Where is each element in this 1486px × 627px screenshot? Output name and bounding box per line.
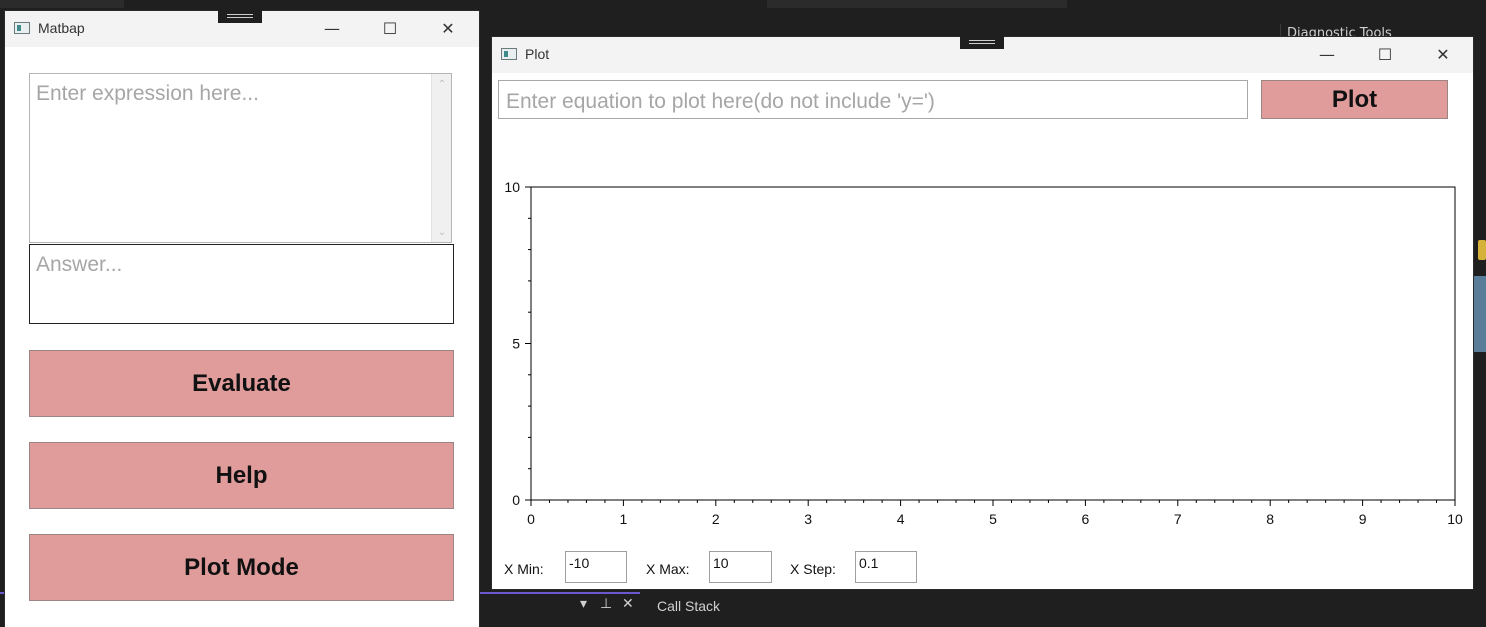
x-tick-label: 9 (1359, 511, 1367, 527)
app-icon (14, 22, 30, 34)
close-icon[interactable]: ✕ (425, 11, 471, 45)
evaluate-button[interactable]: Evaluate (29, 350, 454, 417)
ide-tab[interactable] (0, 0, 124, 8)
x-max-label: X Max: (646, 561, 690, 577)
y-tick-label: 5 (512, 336, 520, 352)
help-button[interactable]: Help (29, 442, 454, 509)
expression-placeholder: Enter expression here... (36, 82, 259, 105)
x-tick-label: 2 (712, 511, 720, 527)
answer-output[interactable]: Answer... (29, 244, 454, 324)
x-tick-label: 10 (1447, 511, 1463, 527)
diagnostic-graph-block (1474, 276, 1486, 352)
y-tick-label: 10 (504, 179, 520, 195)
x-step-input[interactable]: 0.1 (855, 551, 917, 583)
x-tick-label: 3 (804, 511, 812, 527)
matbap-window: Matbap — ☐ ✕ Enter expression here... ⌃ … (5, 8, 479, 627)
ide-top-bar (0, 0, 1486, 8)
window-title: Matbap (38, 20, 85, 36)
x-max-input[interactable]: 10 (709, 551, 772, 583)
call-stack-tab[interactable]: Call Stack (657, 598, 720, 614)
x-tick-label: 5 (989, 511, 997, 527)
minimize-icon[interactable]: — (309, 11, 355, 45)
drag-handle[interactable] (218, 8, 262, 23)
answer-placeholder: Answer... (36, 253, 123, 276)
pin-icon[interactable]: ⊥ (600, 596, 612, 612)
diagnostic-marker (1478, 240, 1486, 260)
expression-input[interactable]: Enter expression here... ⌃ ⌄ (29, 73, 452, 243)
x-tick-label: 8 (1266, 511, 1274, 527)
scroll-down-icon[interactable]: ⌄ (432, 224, 452, 240)
x-min-input[interactable]: -10 (565, 551, 627, 583)
x-tick-label: 1 (620, 511, 628, 527)
plot-chart: 0 1 2 3 4 5 6 7 8 9 10 0 5 10 (504, 179, 1463, 527)
expression-scrollbar[interactable]: ⌃ ⌄ (431, 74, 451, 242)
y-tick-label: 0 (512, 492, 520, 508)
scroll-up-icon[interactable]: ⌃ (432, 76, 452, 92)
ide-dropdown[interactable] (767, 0, 1067, 8)
plot-area (530, 186, 1456, 501)
x-min-label: X Min: (504, 561, 544, 577)
x-tick-label: 6 (1082, 511, 1090, 527)
plot-window: Plot — ☐ ✕ Enter equation to plot here(d… (492, 34, 1473, 589)
x-tick-label: 0 (527, 511, 535, 527)
maximize-icon[interactable]: ☐ (367, 11, 413, 45)
dropdown-arrow-icon[interactable]: ▾ (580, 596, 587, 612)
x-tick-label: 4 (897, 511, 905, 527)
close-pane-icon[interactable]: ✕ (622, 596, 634, 612)
x-step-label: X Step: (790, 561, 836, 577)
x-tick-label: 7 (1174, 511, 1182, 527)
plot-mode-button[interactable]: Plot Mode (29, 534, 454, 601)
